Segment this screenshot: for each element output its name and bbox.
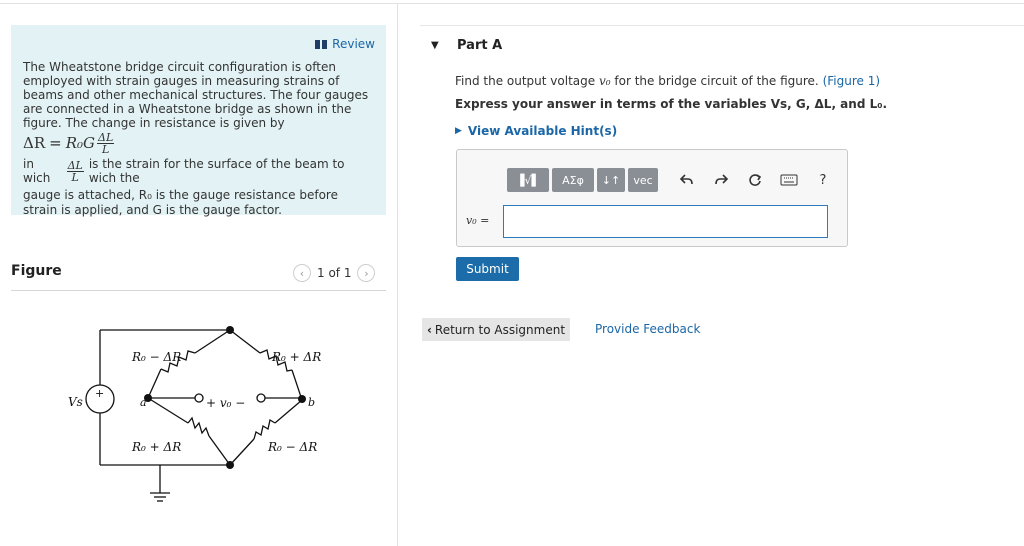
figure-divider: [11, 290, 386, 291]
wire-bot-right-a: [274, 399, 303, 424]
redo-icon[interactable]: [711, 170, 731, 190]
provide-feedback-link[interactable]: Provide Feedback: [595, 322, 700, 336]
strain-numerator: ΔL: [66, 158, 84, 172]
strain-fraction: ΔL L: [66, 158, 84, 184]
fraction-numerator: ΔL: [97, 130, 115, 144]
resistance-equation: ΔR = R₀G ΔL L: [23, 130, 373, 156]
intro-paragraph: The Wheatstone bridge circuit configurat…: [23, 60, 369, 130]
answer-input[interactable]: [503, 205, 828, 238]
review-label: Review: [332, 37, 375, 51]
reset-icon[interactable]: [745, 170, 765, 190]
chevron-right-icon: ›: [364, 266, 369, 280]
label-source: Vs: [68, 395, 83, 409]
part-divider: [420, 25, 1024, 26]
wire-top-left-a: [194, 329, 231, 354]
equation-fraction: ΔL L: [97, 130, 115, 156]
figure-page-count: 1 of 1: [317, 266, 352, 280]
strain-suffix: is the strain for the surface of the bea…: [88, 157, 345, 185]
greek-symbols-button[interactable]: ΑΣφ: [552, 168, 594, 192]
strain-prefix: in wich: [23, 157, 51, 185]
hint-label: View Available Hint(s): [467, 124, 618, 138]
view-hint-link[interactable]: ▶ View Available Hint(s): [455, 124, 617, 138]
figure-label: Figure: [11, 263, 62, 279]
label-source-plus: +: [95, 387, 104, 400]
question-prefix: Find the output voltage: [455, 74, 596, 88]
caret-right-icon: ▶: [455, 126, 462, 136]
question-suffix: for the bridge circuit of the figure.: [614, 74, 819, 88]
subscript-button[interactable]: ↓↑: [597, 168, 625, 192]
strain-line: in wich ΔL L is the strain for the surfa…: [23, 157, 373, 185]
answer-instructions: Express your answer in terms of the vari…: [455, 97, 888, 111]
figure-pager: ‹ 1 of 1 ›: [293, 264, 376, 282]
undo-icon[interactable]: [677, 170, 697, 190]
column-divider: [397, 3, 398, 546]
book-icon: [315, 39, 328, 49]
collapse-triangle-icon[interactable]: ▼: [431, 40, 439, 51]
intro-panel: Review The Wheatstone bridge circuit con…: [11, 25, 386, 218]
question-text: Find the output voltage v₀ for the bridg…: [455, 74, 880, 88]
fraction-denominator: L: [101, 142, 110, 156]
label-output-voltage: + v₀ −: [206, 396, 245, 410]
strain-denominator: L: [71, 170, 79, 184]
review-link[interactable]: Review: [315, 37, 375, 51]
submit-button[interactable]: Submit: [456, 257, 519, 281]
answer-panel: ▐√▌ ΑΣφ ↓↑ vec ? v₀ =: [456, 149, 848, 247]
equation-rhs: R₀G: [65, 134, 96, 152]
wire-bot-right-b: [229, 438, 255, 466]
label-r-top-left: R₀ − ΔR: [131, 350, 181, 364]
intro-text: The Wheatstone bridge circuit configurat…: [23, 60, 373, 218]
intro-tail: gauge is attached, R₀ is the gauge resis…: [23, 188, 338, 217]
equation-lhs: ΔR: [23, 134, 46, 152]
wire-top-left-b: [147, 368, 162, 399]
templates-button[interactable]: ▐√▌: [507, 168, 549, 192]
terminal-minus: [256, 393, 266, 403]
label-node-b: b: [308, 396, 315, 409]
next-figure-button[interactable]: ›: [357, 264, 376, 282]
math-toolbar: ▐√▌ ΑΣφ ↓↑ vec: [507, 168, 658, 192]
wire-top-right-a: [229, 329, 261, 354]
part-title: Part A: [457, 38, 503, 53]
wheatstone-bridge-figure: R₀ − ΔR R₀ + ΔR R₀ + ΔR R₀ − ΔR Vs a b +…: [68, 326, 321, 502]
node-top: [226, 326, 234, 334]
chevron-left-icon: ‹: [299, 266, 305, 280]
help-icon[interactable]: ?: [813, 170, 833, 190]
chevron-left-icon: ‹: [426, 322, 432, 337]
equation-equals: =: [49, 134, 62, 152]
question-variable: v₀: [598, 74, 611, 88]
wire-bot-left-a: [147, 397, 189, 424]
top-divider: [0, 3, 1024, 4]
label-r-bot-right: R₀ − ΔR: [267, 440, 317, 454]
answer-label: v₀ =: [466, 214, 490, 227]
toolbar-actions: ?: [677, 170, 833, 190]
label-r-bot-left: R₀ + ΔR: [131, 440, 181, 454]
vector-button[interactable]: vec: [628, 168, 658, 192]
return-label: Return to Assignment: [434, 322, 566, 337]
node-b: [298, 395, 306, 403]
return-to-assignment-button[interactable]: ‹ Return to Assignment: [422, 318, 570, 341]
wire-bot-left-b: [208, 435, 231, 466]
label-node-a: a: [140, 396, 147, 409]
resistor-bot-right: [253, 418, 276, 440]
figure-link[interactable]: (Figure 1): [823, 74, 880, 88]
keyboard-icon[interactable]: [779, 170, 799, 190]
label-r-top-right: R₀ + ΔR: [271, 350, 321, 364]
prev-figure-button[interactable]: ‹: [293, 264, 311, 282]
terminal-plus: [194, 393, 204, 403]
resistor-bot-left: [187, 416, 210, 437]
node-bottom: [226, 461, 234, 469]
